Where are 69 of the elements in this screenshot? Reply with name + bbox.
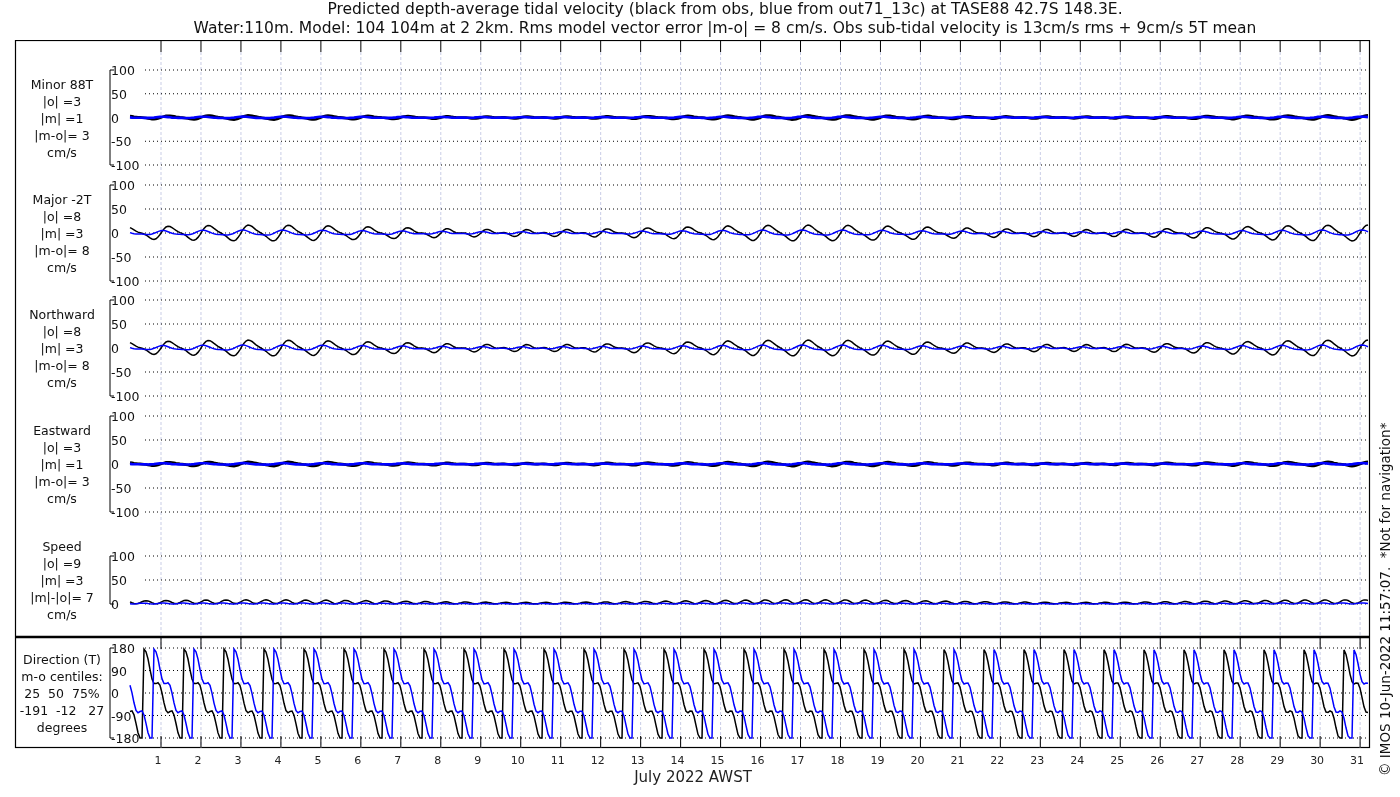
tick-label: 17	[790, 754, 805, 767]
tick-label: 100	[111, 293, 135, 308]
tick-label: 20	[910, 754, 925, 767]
tick-label: 31	[1350, 754, 1365, 767]
tick-label: 26	[1150, 754, 1165, 767]
tick-label: -50	[111, 365, 132, 380]
tick-label: 0	[111, 110, 119, 126]
tick-label: 3	[234, 754, 242, 767]
axis-label: Direction (T) m-o centiles: 25 50 75% -191 -12 27 degrees	[19, 652, 105, 735]
tick-label: 25	[1110, 754, 1125, 767]
tick-label: 2	[194, 754, 202, 767]
tick-label: 8	[434, 754, 442, 767]
tick-label: 15	[710, 754, 725, 767]
tick-label: 1	[154, 754, 162, 767]
tick-label: 50	[111, 433, 127, 448]
tick-label: -100	[111, 158, 140, 173]
tick-label: 30	[1310, 754, 1325, 767]
tick-label: 9	[474, 754, 482, 767]
tick-label: 29	[1270, 754, 1285, 767]
tick-label: 0	[111, 597, 119, 612]
tick-label: 14	[670, 754, 685, 767]
tick-label: 27	[1190, 754, 1205, 767]
tick-label: 50	[111, 317, 127, 332]
chart-title: Water:110m. Model: 104 104m at 2 2km. Rms model vector error |m-o| = 8 cm/s. Obs sub-tidal velocity is 13cm/s rms + 9cm/s 5T mean	[193, 19, 1257, 38]
tick-label: 6	[354, 754, 362, 767]
tick-label: 22	[990, 754, 1005, 767]
axis-label: Minor 88T |o| =3 |m| =1 |m-o|= 3 cm/s	[30, 76, 94, 160]
tick-label: -90	[111, 708, 132, 724]
tick-label: 5	[314, 754, 322, 767]
tick-label: -100	[111, 389, 140, 404]
axis-title: July 2022 AWST	[634, 768, 752, 786]
axis-label: Northward |o| =8 |m| =3 |m-o|= 8 cm/s	[29, 307, 95, 390]
tick-label: 12	[590, 754, 605, 767]
tick-label: 50	[111, 202, 127, 217]
axis-label: Eastward |o| =3 |m| =1 |m-o|= 3 cm/s	[33, 423, 91, 506]
tick-label: 23	[1030, 754, 1045, 767]
tick-label: 21	[950, 754, 965, 767]
tick-label: 28	[1230, 754, 1245, 767]
tick-label: 100	[111, 549, 135, 564]
tick-label: 100	[111, 63, 135, 78]
tick-label: 0	[111, 457, 119, 472]
tick-label: 100	[111, 178, 135, 193]
tick-label: -50	[111, 481, 132, 496]
tick-label: 19	[870, 754, 885, 767]
tick-label: 0	[111, 341, 119, 356]
tick-label: 90	[111, 663, 127, 679]
tick-label: 16	[750, 754, 765, 767]
tick-label: 100	[111, 409, 135, 424]
tick-label: 4	[274, 754, 282, 767]
tick-label: 10	[510, 754, 525, 767]
tick-label: 0	[111, 226, 119, 241]
tick-label: 0	[111, 686, 119, 701]
tick-label: -100	[111, 274, 140, 289]
tick-label: 13	[630, 754, 645, 767]
tick-label: -50	[111, 134, 132, 150]
axis-label: Speed |o| =9 |m| =3 |m|-|o|= 7 cm/s	[30, 539, 94, 622]
axis-label: Major -2T |o| =8 |m| =3 |m-o|= 8 cm/s	[32, 192, 92, 275]
tick-label: -100	[111, 505, 140, 520]
tick-label: 180	[111, 641, 135, 656]
tick-label: 11	[550, 754, 565, 767]
tick-label: 24	[1070, 754, 1085, 767]
tick-label: 18	[830, 754, 845, 767]
tick-label: 7	[394, 754, 402, 767]
tick-label: 50	[111, 86, 127, 102]
chart-title: Predicted depth-average tidal velocity (black from obs, blue from out71_13c) at TASE88 42.7S 148.3E.	[327, 0, 1123, 19]
tick-label: 50	[111, 573, 127, 588]
copyright-text: © IMOS 10-Jun-2022 11:57:07. *Not for navigation*	[1377, 422, 1393, 776]
tick-label: -50	[111, 250, 132, 265]
tick-label: -180	[111, 731, 140, 746]
